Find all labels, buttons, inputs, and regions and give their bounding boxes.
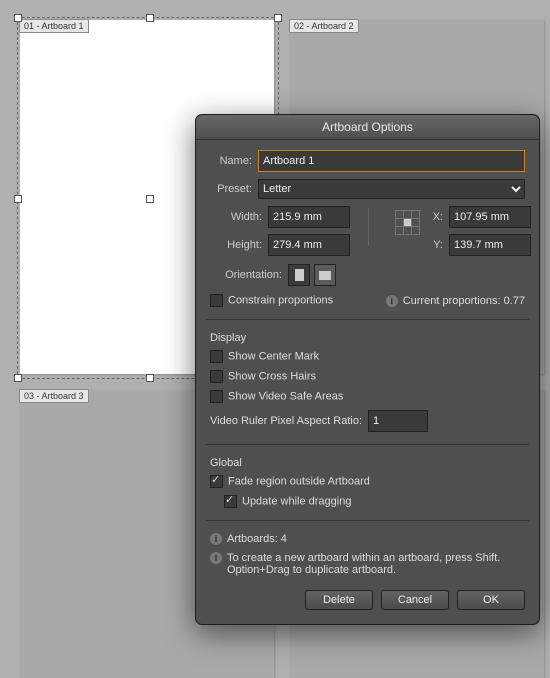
video-ratio-input[interactable]: [368, 410, 428, 432]
handle-sw[interactable]: [14, 374, 22, 382]
canvas: 01 - Artboard 1 02 - Artboard 2 03 - Art…: [0, 0, 550, 678]
height-input[interactable]: [268, 234, 350, 256]
orientation-label: Orientation:: [210, 269, 282, 281]
artboards-count: Artboards: 4: [227, 533, 287, 545]
y-input[interactable]: [449, 234, 531, 256]
artboard-3-label: 03 - Artboard 3: [19, 389, 89, 403]
width-label: Width:: [210, 211, 262, 223]
update-dragging-checkbox[interactable]: Update while dragging: [224, 495, 351, 508]
tip-text: To create a new artboard within an artbo…: [227, 552, 525, 576]
artboard-options-dialog: Artboard Options Name: Preset: Letter Wi…: [195, 114, 540, 625]
delete-button[interactable]: Delete: [305, 590, 373, 610]
current-proportions: Current proportions: 0.77: [403, 295, 525, 307]
info-icon: i: [210, 552, 222, 564]
ok-button[interactable]: OK: [457, 590, 525, 610]
link-icon[interactable]: [368, 208, 369, 246]
artboard-1-label: 01 - Artboard 1: [19, 19, 89, 33]
constrain-proportions-checkbox[interactable]: Constrain proportions: [210, 294, 333, 307]
show-cross-checkbox[interactable]: Show Cross Hairs: [210, 370, 316, 383]
artboard-2-label: 02 - Artboard 2: [289, 19, 359, 33]
name-label: Name:: [210, 155, 252, 167]
dialog-title: Artboard Options: [196, 115, 539, 140]
orientation-landscape-button[interactable]: [314, 264, 336, 286]
preset-select[interactable]: Letter: [258, 179, 525, 199]
height-label: Height:: [210, 239, 262, 251]
reference-point-grid[interactable]: [395, 210, 419, 234]
video-ratio-label: Video Ruler Pixel Aspect Ratio:: [210, 415, 362, 427]
handle-ne[interactable]: [274, 14, 282, 22]
x-input[interactable]: [449, 206, 531, 228]
fade-region-checkbox[interactable]: Fade region outside Artboard: [210, 475, 370, 488]
width-input[interactable]: [268, 206, 350, 228]
display-header: Display: [210, 332, 525, 344]
show-center-checkbox[interactable]: Show Center Mark: [210, 350, 319, 363]
handle-s[interactable]: [146, 374, 154, 382]
show-video-checkbox[interactable]: Show Video Safe Areas: [210, 390, 343, 403]
name-input[interactable]: [258, 150, 525, 172]
y-label: Y:: [425, 239, 443, 251]
info-icon: i: [210, 533, 222, 545]
orientation-portrait-button[interactable]: [288, 264, 310, 286]
global-header: Global: [210, 457, 525, 469]
x-label: X:: [425, 211, 443, 223]
preset-label: Preset:: [210, 183, 252, 195]
cancel-button[interactable]: Cancel: [381, 590, 449, 610]
info-icon: i: [386, 295, 398, 307]
